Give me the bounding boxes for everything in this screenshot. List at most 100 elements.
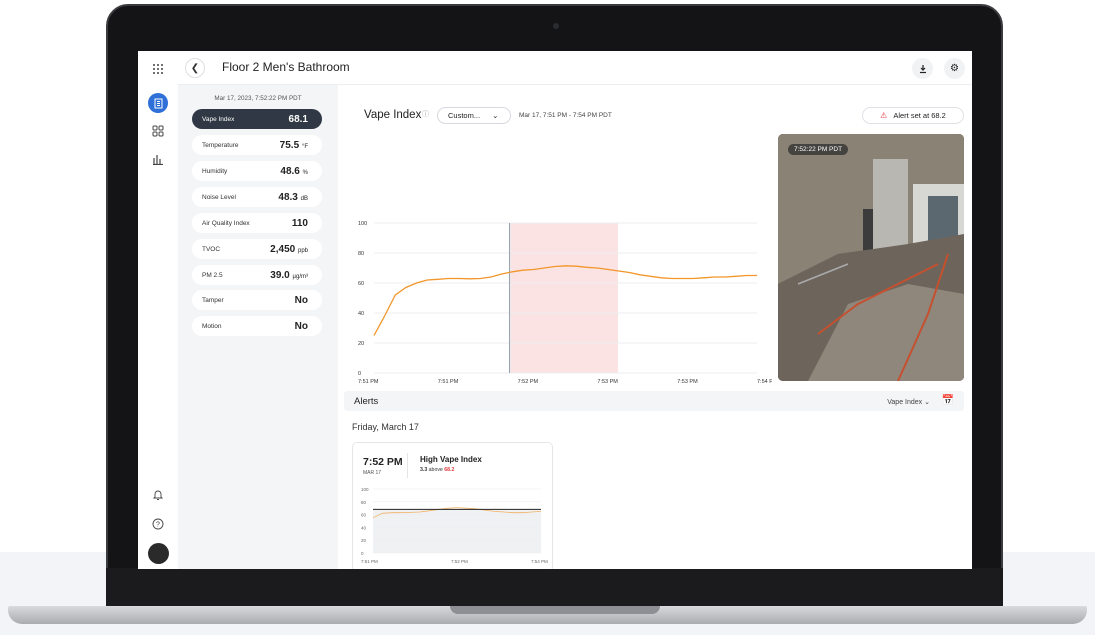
metric-unit: °F [301, 143, 308, 150]
metric-row[interactable]: Vape Index 68.1 [192, 109, 322, 129]
webcam [553, 23, 559, 29]
avatar[interactable] [148, 543, 169, 564]
metric-number: 75.5 [279, 139, 300, 151]
dashboard-icon[interactable] [148, 121, 168, 141]
y-tick-label: 20 [361, 538, 367, 543]
alert-highlight-band [510, 223, 618, 373]
divider [407, 453, 408, 478]
metric-label: Vape Index [202, 115, 235, 123]
x-tick-label: 7:52 PM [518, 379, 539, 385]
bell-icon[interactable] [148, 485, 168, 505]
x-tick-label: 7:53 PM [597, 379, 618, 385]
alert-threshold-button[interactable]: ⚠ Alert set at 68.2 [862, 107, 964, 124]
main-content: Vape Index ⓘ Custom... ⌄ Mar 17, 7:51 PM… [338, 85, 972, 569]
metric-unit: dB [300, 195, 308, 202]
alert-mini-chart: 100 80 60 40 20 0 7:51 PM 7:52 PM 7:54 PM [361, 487, 548, 564]
metric-unit: ppb [297, 247, 308, 254]
metric-label: Air Quality Index [202, 219, 250, 227]
metric-unit: % [302, 169, 308, 176]
y-tick-label: 100 [358, 221, 367, 227]
metric-row[interactable]: PM 2.5 39.0 µg/m³ [192, 265, 322, 285]
alerts-date-heading: Friday, March 17 [352, 422, 419, 432]
metric-number: 48.3 [278, 191, 298, 203]
bar-chart-icon[interactable] [148, 149, 168, 169]
below-threshold-area [373, 509, 541, 553]
app-screen: ? ❮ Floor 2 Men's Bathroom ⚙ Mar 17, 202… [138, 51, 972, 569]
metric-row[interactable]: Motion No [192, 316, 322, 336]
alert-title: High Vape Index [420, 455, 482, 464]
alerts-header: Alerts Vape Index ⌄ 📅 [344, 391, 964, 411]
metric-number: 68.1 [288, 113, 308, 125]
metric-value: 48.3 dB [278, 192, 308, 203]
alert-threshold: 68.2 [444, 467, 455, 473]
metric-number: 39.0 [270, 269, 290, 281]
metric-value: 39.0 µg/m³ [270, 270, 308, 281]
x-tick-label: 7:52 PM [451, 559, 468, 564]
alert-threshold-label: Alert set at 68.2 [893, 111, 946, 120]
alert-detail: 3.3 above 68.2 [420, 467, 454, 473]
metric-label: Noise Level [202, 193, 236, 201]
metric-value: 2,450 ppb [270, 244, 308, 255]
metric-row[interactable]: Noise Level 48.3 dB [192, 187, 322, 207]
y-tick-label: 80 [358, 251, 364, 257]
metric-row[interactable]: Temperature 75.5 °F [192, 135, 322, 155]
metric-row[interactable]: TVOC 2,450 ppb [192, 239, 322, 259]
bell-icon: ⚠ [880, 111, 888, 120]
x-tick-label: 7:51 PM [358, 379, 379, 385]
y-tick-label: 80 [361, 500, 367, 505]
camera-image [778, 134, 964, 381]
camera-feed[interactable]: 7:52:22 PM PDT [778, 134, 964, 381]
y-tick-label: 20 [358, 341, 364, 347]
range-text: Mar 17, 7:51 PM - 7:54 PM PDT [519, 112, 612, 119]
alert-card[interactable]: 7:52 PM MAR 17 High Vape Index 3.3 above… [352, 442, 553, 569]
alert-delta-text: above [428, 467, 443, 473]
metric-value: 48.6 % [280, 166, 308, 177]
range-select[interactable]: Custom... ⌄ [437, 107, 511, 124]
top-bar: ❮ Floor 2 Men's Bathroom ⚙ [178, 51, 972, 85]
metric-label: Temperature [202, 141, 239, 149]
metric-value: 110 [292, 218, 308, 229]
x-tick-label: 7:54 PM [757, 379, 772, 385]
info-icon[interactable]: ⓘ [422, 109, 429, 119]
vape-index-chart[interactable]: 100 80 60 40 20 0 7:51 PM 7:51 PM 7:52 PM 7:53 PM… [352, 215, 772, 385]
metric-row[interactable]: Tamper No [192, 290, 322, 310]
gear-icon: ⚙ [950, 63, 959, 74]
metric-number: 2,450 [270, 243, 296, 255]
x-tick-label: 7:53 PM [677, 379, 698, 385]
metric-label: TVOC [202, 245, 221, 253]
alerts-filter[interactable]: Vape Index ⌄ [887, 398, 930, 406]
settings-button[interactable]: ⚙ [944, 58, 965, 79]
metric-number: 48.6 [280, 165, 300, 177]
download-icon [919, 64, 926, 73]
metric-unit: µg/m³ [292, 273, 308, 280]
apps-grid-icon[interactable] [148, 59, 168, 79]
metric-number: No [294, 320, 308, 332]
alert-date: MAR 17 [363, 470, 382, 476]
alerts-title: Alerts [354, 396, 379, 407]
back-button[interactable]: ❮ [185, 58, 205, 78]
x-tick-label: 7:51 PM [361, 559, 378, 564]
calendar-icon[interactable]: 📅 [942, 395, 954, 406]
laptop-notch [450, 606, 660, 614]
chevron-down-icon: ⌄ [492, 111, 499, 120]
metric-row[interactable]: Air Quality Index 110 [192, 213, 322, 233]
metric-label: Tamper [202, 296, 224, 304]
chevron-left-icon: ❮ [190, 62, 200, 74]
metric-value: No [295, 295, 308, 306]
y-tick-label: 60 [358, 281, 364, 287]
nav-rail: ? [138, 51, 178, 569]
download-button[interactable] [912, 58, 933, 79]
metric-row[interactable]: Humidity 48.6 % [192, 161, 322, 181]
metrics-panel: Mar 17, 2023, 7:52:22 PM PDT Vape Index 6… [178, 85, 338, 569]
metric-label: Humidity [202, 167, 228, 175]
metric-value: No [295, 321, 308, 332]
building-icon[interactable] [148, 93, 168, 113]
x-tick-label: 7:54 PM [531, 559, 548, 564]
alert-delta: 3.3 [420, 467, 428, 473]
range-select-value: Custom... [448, 111, 481, 120]
chart-title: Vape Index [364, 109, 422, 121]
reading-timestamp: Mar 17, 2023, 7:52:22 PM PDT [214, 95, 302, 102]
help-icon[interactable]: ? [148, 514, 168, 534]
chevron-down-icon: ⌄ [924, 399, 930, 406]
x-tick-label: 7:51 PM [438, 379, 459, 385]
